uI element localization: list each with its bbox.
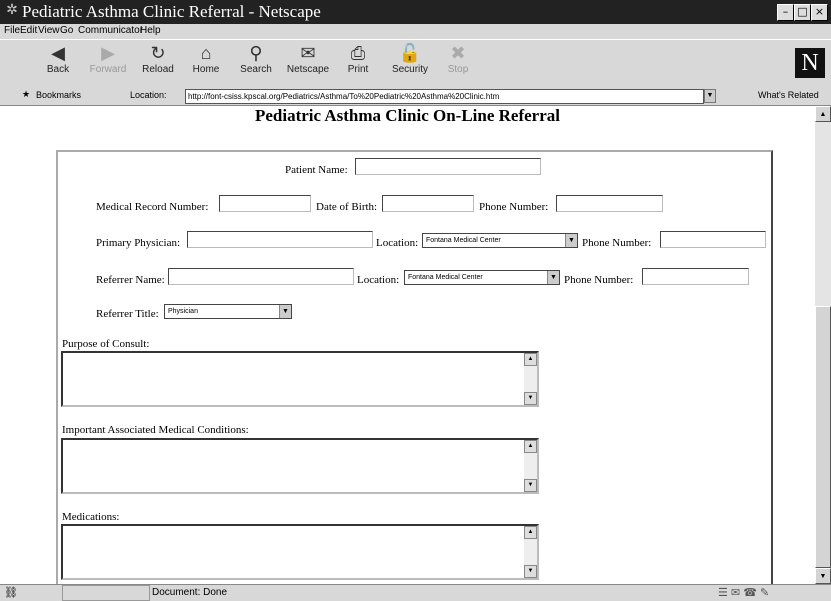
referrer-location-select[interactable]: Fontana Medical Center ▼ xyxy=(404,270,560,285)
whats-related-button[interactable]: What's Related xyxy=(758,90,819,100)
netscape-button[interactable]: ✉ Netscape xyxy=(282,42,334,84)
chevron-down-icon: ▼ xyxy=(279,305,291,318)
location-label: Location: xyxy=(130,90,167,100)
physician-phone-label: Phone Number: xyxy=(582,237,652,249)
page-content: Pediatric Asthma Clinic On-Line Referral… xyxy=(0,106,815,584)
physician-location-select[interactable]: Fontana Medical Center ▼ xyxy=(422,233,578,248)
purpose-textarea[interactable]: ▲ ▼ xyxy=(61,351,539,407)
patient-name-input[interactable] xyxy=(355,158,541,175)
referrer-title-select[interactable]: Physician ▼ xyxy=(164,304,292,319)
netscape-logo: N xyxy=(795,48,825,78)
referrer-location-label: Location: xyxy=(357,274,400,286)
scroll-down-icon[interactable]: ▼ xyxy=(524,392,537,405)
reload-icon: ↻ xyxy=(150,43,166,63)
mrn-input[interactable] xyxy=(219,195,311,212)
component-bar-icons[interactable]: ☰ ✉ ☎ ✎ xyxy=(718,586,769,599)
security-button[interactable]: 🔓 Security xyxy=(384,42,436,84)
textarea-scrollbar[interactable]: ▲ ▼ xyxy=(524,440,537,492)
reload-button[interactable]: ↻ Reload xyxy=(132,42,184,84)
connection-icon: ⛓ xyxy=(4,587,18,599)
minimize-button[interactable]: – xyxy=(777,4,794,21)
scroll-up-icon[interactable]: ▲ xyxy=(815,106,831,122)
referrer-title-label: Referrer Title: xyxy=(96,308,159,320)
stop-button[interactable]: ✖ Stop xyxy=(432,42,484,84)
progress-bar xyxy=(62,585,150,601)
home-icon: ⌂ xyxy=(200,43,212,63)
chevron-down-icon: ▼ xyxy=(547,271,559,284)
patient-phone-label: Phone Number: xyxy=(479,201,549,213)
menu-file[interactable]: File xyxy=(4,25,20,36)
maximize-button[interactable]: □ xyxy=(794,4,811,21)
search-icon: ⚲ xyxy=(249,43,263,63)
chevron-down-icon: ▼ xyxy=(565,234,577,247)
back-arrow-icon: ◀ xyxy=(51,43,65,63)
window-title: Pediatric Asthma Clinic Referral - Netsc… xyxy=(22,2,321,21)
referrer-phone-input[interactable] xyxy=(642,268,749,285)
location-dropdown-arrow[interactable]: ▼ xyxy=(704,89,716,103)
menu-view[interactable]: View xyxy=(38,25,60,36)
primary-physician-input[interactable] xyxy=(187,231,373,248)
stop-icon: ✖ xyxy=(450,43,466,63)
scrollbar-thumb[interactable] xyxy=(815,306,831,568)
print-icon: ⎙ xyxy=(350,43,366,63)
forward-button[interactable]: ▶ Forward xyxy=(82,42,134,84)
menu-bar: File Edit View Go Communicator Help xyxy=(0,24,831,39)
menu-go[interactable]: Go xyxy=(60,25,73,36)
netscape-icon: ✉ xyxy=(300,43,316,63)
page-title: Pediatric Asthma Clinic On-Line Referral xyxy=(254,106,560,125)
netscape-app-icon: ✲ xyxy=(6,3,18,18)
navigation-toolbar: ◀ Back ▶ Forward ↻ Reload ⌂ Home ⚲ Search ✉ Ne… xyxy=(0,39,831,88)
physician-phone-input[interactable] xyxy=(660,231,766,248)
medications-textarea[interactable]: ▲ ▼ xyxy=(61,524,539,580)
bookmarks-icon: ★ xyxy=(22,89,31,99)
forward-arrow-icon: ▶ xyxy=(101,43,115,63)
close-button[interactable]: × xyxy=(811,4,828,21)
scroll-up-icon[interactable]: ▲ xyxy=(524,440,537,453)
location-toolbar: ★ Bookmarks Location: http://font-csiss.… xyxy=(0,87,831,106)
back-button[interactable]: ◀ Back xyxy=(32,42,84,84)
menu-edit[interactable]: Edit xyxy=(20,25,37,36)
search-button[interactable]: ⚲ Search xyxy=(230,42,282,84)
patient-phone-input[interactable] xyxy=(556,195,663,212)
physician-location-label: Location: xyxy=(376,237,419,249)
menu-communicator[interactable]: Communicator xyxy=(78,25,143,36)
patient-name-label: Patient Name: xyxy=(285,164,348,176)
scroll-up-icon[interactable]: ▲ xyxy=(524,526,537,539)
referrer-name-label: Referrer Name: xyxy=(96,274,165,286)
primary-physician-label: Primary Physician: xyxy=(96,237,181,249)
page-scrollbar[interactable]: ▲ ▼ xyxy=(815,106,831,584)
mrn-label: Medical Record Number: xyxy=(96,201,209,213)
medications-label: Medications: xyxy=(62,511,120,523)
purpose-label: Purpose of Consult: xyxy=(62,338,150,350)
scroll-down-icon[interactable]: ▼ xyxy=(524,479,537,492)
title-bar: ✲ Pediatric Asthma Clinic Referral - Net… xyxy=(0,0,831,24)
scroll-down-icon[interactable]: ▼ xyxy=(815,568,831,584)
textarea-scrollbar[interactable]: ▲ ▼ xyxy=(524,353,537,405)
textarea-scrollbar[interactable]: ▲ ▼ xyxy=(524,526,537,578)
status-bar: ⛓ Document: Done ☰ ✉ ☎ ✎ xyxy=(0,584,831,601)
referrer-name-input[interactable] xyxy=(168,268,354,285)
status-text: Document: Done xyxy=(152,587,228,598)
dob-label: Date of Birth: xyxy=(316,201,378,213)
location-input[interactable]: http://font-csiss.kpscal.org/Pediatrics/… xyxy=(185,89,704,104)
conditions-textarea[interactable]: ▲ ▼ xyxy=(61,438,539,494)
dob-input[interactable] xyxy=(382,195,474,212)
home-button[interactable]: ⌂ Home xyxy=(180,42,232,84)
bookmarks-button[interactable]: Bookmarks xyxy=(36,90,81,100)
scroll-down-icon[interactable]: ▼ xyxy=(524,565,537,578)
lock-icon: 🔓 xyxy=(398,43,422,63)
scroll-up-icon[interactable]: ▲ xyxy=(524,353,537,366)
menu-help[interactable]: Help xyxy=(140,25,161,36)
referrer-phone-label: Phone Number: xyxy=(564,274,634,286)
conditions-label: Important Associated Medical Conditions: xyxy=(62,424,249,436)
print-button[interactable]: ⎙ Print xyxy=(332,42,384,84)
